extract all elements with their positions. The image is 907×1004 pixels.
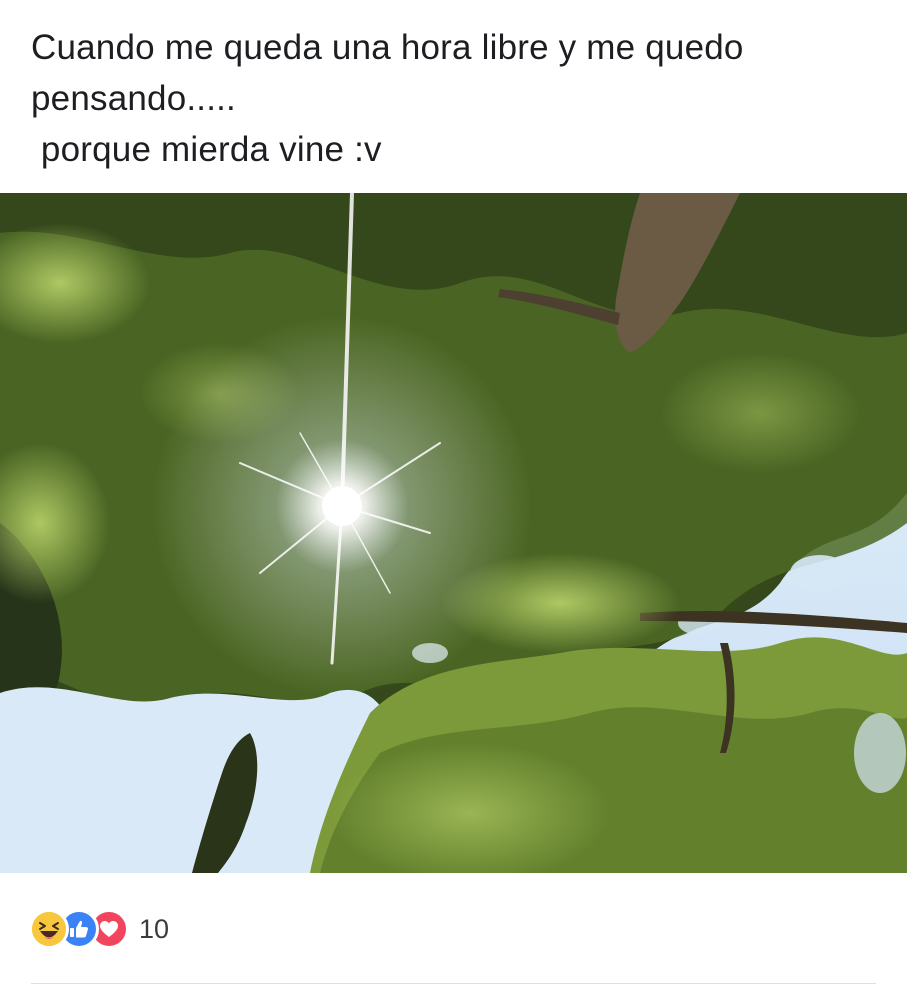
tree-canopy-photo [0, 193, 907, 873]
post-text: Cuando me queda una hora libre y me qued… [31, 22, 891, 175]
sky-patch [790, 555, 850, 591]
post-text-line: Cuando me queda una hora libre y me qued… [31, 28, 744, 67]
post-card: Cuando me queda una hora libre y me qued… [0, 0, 907, 1004]
haha-icon[interactable] [29, 909, 69, 949]
post-text-line: porque mierda vine :v [31, 130, 382, 169]
divider [31, 983, 876, 984]
sky-patch [854, 713, 906, 793]
sun [322, 486, 362, 526]
sunlit-leaves [660, 353, 860, 473]
post-text-line: pensando..... [31, 79, 236, 118]
post-photo[interactable] [0, 193, 907, 873]
reactions-bar[interactable]: 10 [29, 907, 169, 951]
reaction-count[interactable]: 10 [139, 914, 169, 945]
